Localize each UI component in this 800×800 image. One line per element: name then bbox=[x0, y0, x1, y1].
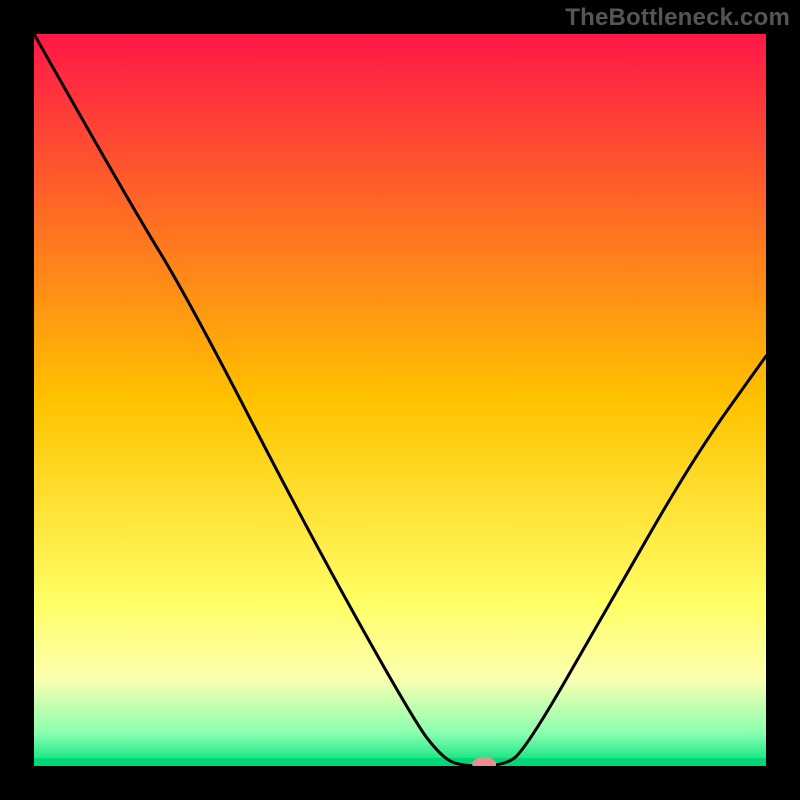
bottleneck-chart bbox=[0, 0, 800, 800]
watermark-text: TheBottleneck.com bbox=[565, 4, 790, 32]
chart-stage: TheBottleneck.com bbox=[0, 0, 800, 800]
optimum-marker bbox=[472, 757, 496, 771]
plot-background bbox=[34, 34, 766, 766]
plot-bottom-band bbox=[34, 758, 766, 766]
